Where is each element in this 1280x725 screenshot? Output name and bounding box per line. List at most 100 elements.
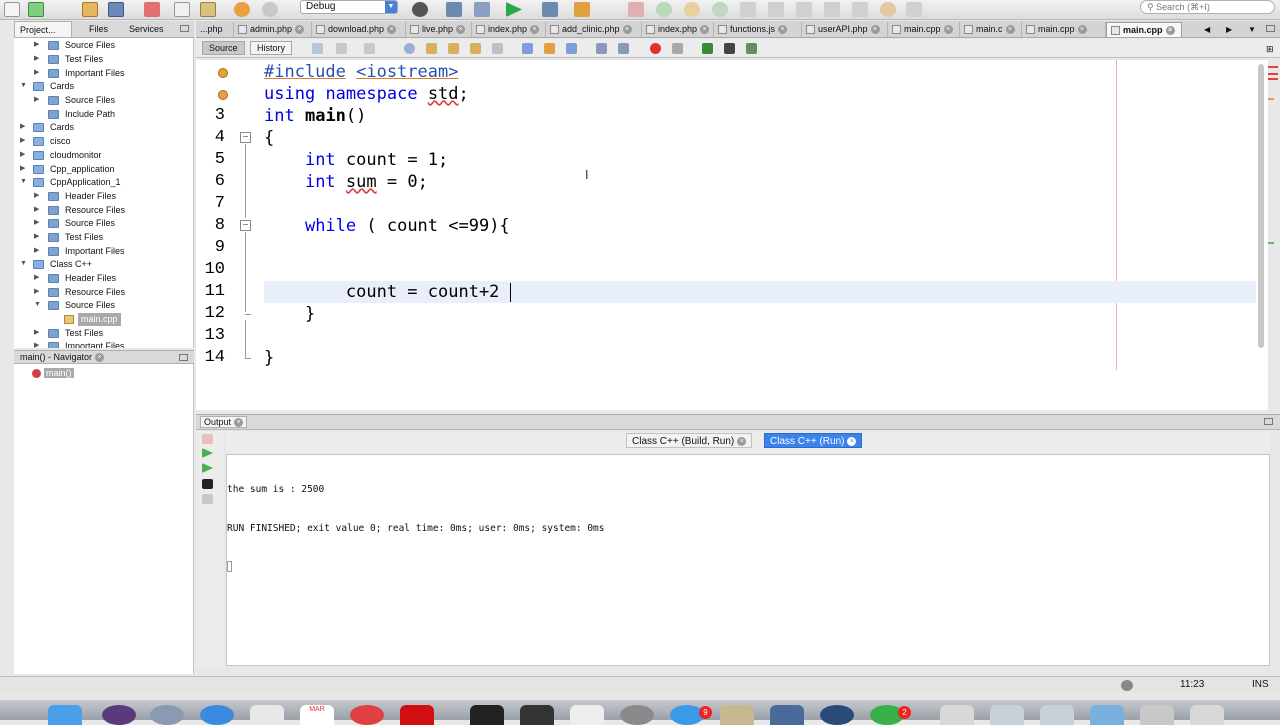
history-view-button[interactable]: History	[250, 41, 293, 55]
close-icon[interactable]: ×	[622, 25, 632, 35]
editor-tab[interactable]: functions.js ×	[714, 22, 802, 37]
apply-changes-icon[interactable]	[852, 2, 868, 17]
chevron-right-icon[interactable]: ▶	[34, 206, 42, 214]
chevron-right-icon[interactable]: ▶	[34, 247, 42, 255]
scroll-tabs-left-icon[interactable]: ◀	[1204, 25, 1210, 34]
editor-tab[interactable]: index.php ×	[642, 22, 714, 37]
editor-tab[interactable]: ...php	[196, 22, 234, 37]
paste-icon[interactable]	[200, 2, 216, 17]
activity-monitor-dock-icon[interactable]	[470, 705, 504, 725]
step-icon[interactable]	[684, 2, 700, 17]
editor-tab[interactable]: admin.php ×	[234, 22, 312, 37]
chevron-down-icon[interactable]: ▼	[20, 260, 28, 268]
rerun-icon[interactable]	[202, 448, 213, 458]
editor-tab-active[interactable]: main.cpp ×	[1106, 22, 1182, 37]
tab-build-run[interactable]: Class C++ (Build, Run) ×	[626, 433, 753, 448]
profile-icon[interactable]	[574, 2, 590, 17]
toggle-selection-icon[interactable]	[492, 43, 503, 54]
virtualbox-dock-icon[interactable]	[770, 705, 804, 725]
maximize-window-icon[interactable]	[1266, 25, 1275, 32]
clear-output-icon[interactable]	[202, 494, 213, 504]
error-stripe-mark[interactable]	[1268, 66, 1278, 68]
minimize-panel-icon[interactable]	[180, 25, 189, 32]
notifications-icon[interactable]	[1121, 680, 1133, 691]
uncomment-icon[interactable]	[724, 43, 735, 54]
show-opened-documents-icon[interactable]: ▼	[1248, 25, 1256, 34]
close-icon[interactable]: ×	[778, 25, 788, 35]
memory-icon[interactable]	[906, 2, 922, 17]
redo-icon[interactable]	[262, 2, 278, 17]
chevron-right-icon[interactable]: ▶	[34, 55, 42, 63]
close-icon[interactable]: ×	[700, 25, 710, 35]
stop-icon[interactable]	[202, 434, 213, 444]
editor-tab[interactable]: index.php ×	[472, 22, 546, 37]
forward-icon[interactable]	[364, 43, 375, 54]
x11-dock-icon[interactable]	[520, 705, 554, 725]
run-to-cursor-icon[interactable]	[824, 2, 840, 17]
chevron-right-icon[interactable]: ▶	[34, 233, 42, 241]
find-next-icon[interactable]	[448, 43, 459, 54]
new-file-icon[interactable]	[4, 2, 20, 17]
search-input[interactable]: ⚲ Search (⌘+I)	[1140, 0, 1275, 14]
textedit-dock-icon[interactable]	[570, 705, 604, 725]
error-stripe-mark[interactable]	[1268, 98, 1274, 100]
scroll-tabs-right-icon[interactable]: ▶	[1226, 25, 1232, 34]
output-console[interactable]: the sum is : 2500 RUN FINISHED; exit val…	[226, 454, 1270, 666]
shift-right-icon[interactable]	[618, 43, 629, 54]
documents-dock-icon[interactable]	[940, 705, 974, 725]
toggle-bookmark-icon[interactable]	[566, 43, 577, 54]
continue-icon[interactable]	[712, 2, 728, 17]
error-stripe-mark[interactable]	[1268, 78, 1278, 80]
back-icon[interactable]	[336, 43, 347, 54]
editor-tab[interactable]: live.php ×	[406, 22, 472, 37]
chevron-right-icon[interactable]: ▶	[20, 123, 28, 131]
siri-dock-icon[interactable]	[102, 705, 136, 725]
stack-dock-icon[interactable]	[1140, 705, 1174, 725]
error-stripe-mark[interactable]	[1268, 242, 1274, 244]
acrobat-dock-icon[interactable]	[400, 705, 434, 725]
system-preferences-dock-icon[interactable]	[620, 705, 654, 725]
close-icon[interactable]: ×	[870, 25, 880, 35]
editor-tab[interactable]: main.cpp ×	[1022, 22, 1106, 37]
format-icon[interactable]	[746, 43, 757, 54]
editor-scrollbar[interactable]	[1258, 64, 1264, 348]
stop-icon[interactable]	[628, 2, 644, 17]
next-bookmark-icon[interactable]	[544, 43, 555, 54]
close-icon[interactable]: ×	[456, 25, 466, 35]
editor-tab[interactable]: main.cpp ×	[888, 22, 960, 37]
tab-projects[interactable]: Project...×	[14, 21, 72, 52]
toggle-highlight-icon[interactable]	[470, 43, 481, 54]
undo-icon[interactable]	[234, 2, 250, 17]
rerun-with-args-icon[interactable]	[202, 463, 213, 473]
chevron-down-icon[interactable]: ▼	[20, 178, 28, 186]
downloads-dock-icon[interactable]	[990, 705, 1024, 725]
terminal-icon[interactable]	[202, 479, 213, 489]
shift-left-icon[interactable]	[596, 43, 607, 54]
chevron-right-icon[interactable]: ▶	[34, 274, 42, 282]
chevron-right-icon[interactable]: ▶	[34, 69, 42, 77]
copy-icon[interactable]	[174, 2, 190, 17]
close-icon[interactable]: ×	[943, 25, 953, 35]
new-project-icon[interactable]	[28, 2, 44, 17]
close-icon[interactable]: ×	[387, 25, 397, 35]
step-over-icon[interactable]	[740, 2, 756, 17]
preview-dock-icon[interactable]	[720, 705, 754, 725]
chevron-right-icon[interactable]: ▶	[34, 219, 42, 227]
take-snapshot-icon[interactable]	[880, 2, 896, 17]
tab-services[interactable]: Services	[124, 21, 169, 37]
close-icon[interactable]: ×	[737, 436, 747, 446]
code-editor[interactable]: 3 4 5 6 7 8 9 10 11 12 13 14 − − #includ…	[196, 60, 1268, 410]
screenshots-dock-icon[interactable]	[1040, 705, 1074, 725]
chevron-down-icon[interactable]: ▼	[34, 301, 42, 309]
editor-tab[interactable]: main.c ×	[960, 22, 1022, 37]
netbeans-dock-icon[interactable]	[820, 705, 854, 725]
minimize-panel-icon[interactable]	[1264, 418, 1273, 425]
source-view-button[interactable]: Source	[202, 41, 245, 55]
find-previous-icon[interactable]	[426, 43, 437, 54]
error-stripe-mark[interactable]	[1268, 73, 1278, 75]
stop-macro-icon[interactable]	[672, 43, 683, 54]
step-into-icon[interactable]	[768, 2, 784, 17]
start-macro-icon[interactable]	[650, 43, 661, 54]
minimize-panel-icon[interactable]	[179, 354, 188, 361]
chevron-right-icon[interactable]: ▶	[34, 96, 42, 104]
